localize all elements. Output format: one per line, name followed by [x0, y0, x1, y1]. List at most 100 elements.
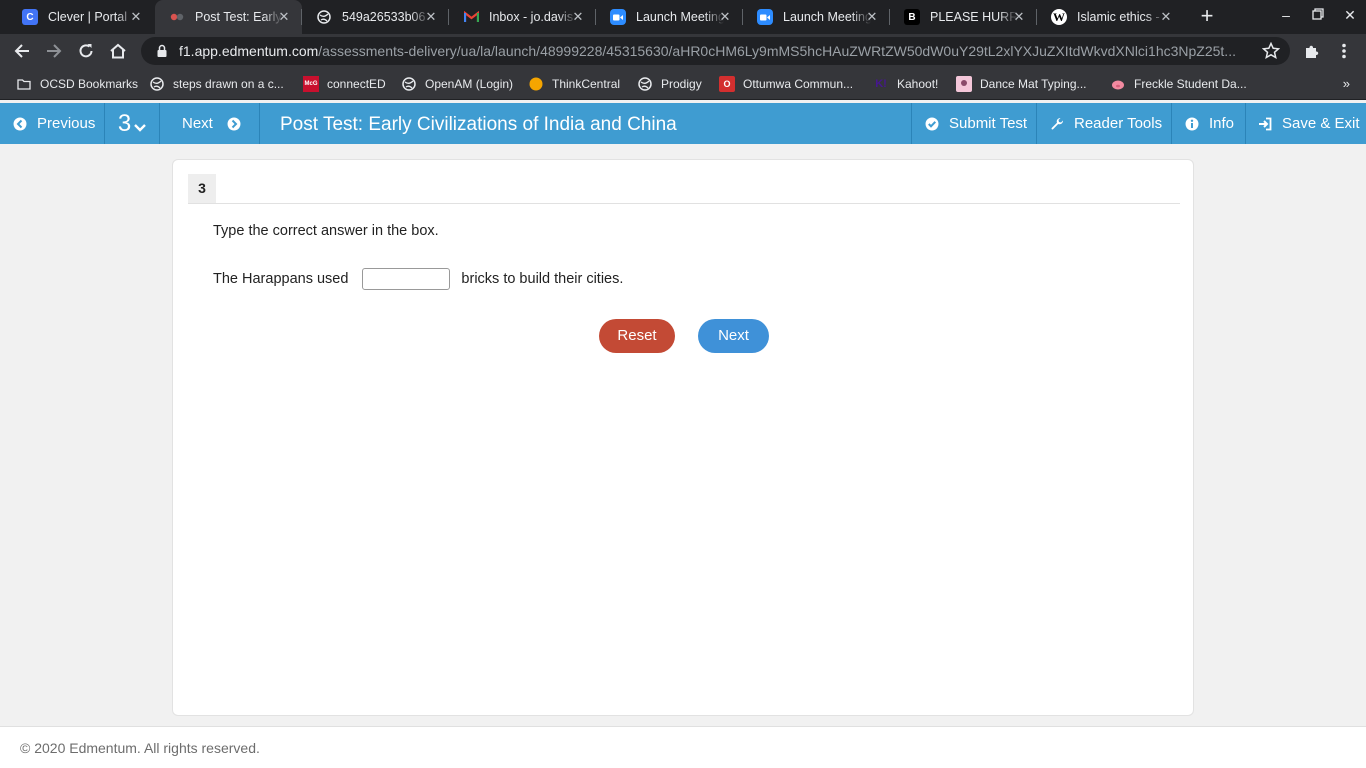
forward-arrow-icon[interactable]	[42, 39, 66, 63]
mcgraw-hill-icon: McG	[303, 76, 319, 92]
browser-tab-wikipedia[interactable]: W Islamic ethics - ✕	[1037, 0, 1184, 34]
reader-tools-button[interactable]: Reader Tools	[1037, 103, 1172, 144]
tab-separator	[1036, 9, 1037, 25]
tab-label: Islamic ethics -	[1077, 10, 1160, 24]
answer-input[interactable]	[362, 268, 451, 290]
close-icon[interactable]: ✕	[128, 9, 144, 25]
browser-tab-zoom-2[interactable]: Launch Meeting ✕	[743, 0, 890, 34]
gmail-icon	[463, 9, 479, 25]
bookmark-steps[interactable]: steps drawn on a c...	[149, 68, 284, 100]
close-icon[interactable]: ✕	[1011, 9, 1027, 25]
ottumwa-icon: O	[719, 76, 735, 92]
tab-separator	[448, 9, 449, 25]
sentence-before: The Harappans used	[213, 271, 349, 287]
tab-separator	[301, 9, 302, 25]
globe-icon	[637, 76, 653, 92]
bookmark-label: Kahoot!	[897, 77, 939, 91]
close-icon[interactable]: ✕	[1158, 9, 1174, 25]
bookmark-freckle[interactable]: Freckle Student Da...	[1110, 68, 1247, 100]
browser-tab-zoom-1[interactable]: Launch Meeting ✕	[596, 0, 743, 34]
question-card: 3 Type the correct answer in the box. Th…	[172, 159, 1194, 716]
bookmarks-bar: OCSD Bookmarks steps drawn on a c... McG…	[0, 68, 1366, 100]
folder-icon	[16, 76, 32, 92]
bookmark-ottumwa[interactable]: O Ottumwa Commun...	[719, 68, 853, 100]
browser-tab-clever[interactable]: C Clever | Portal ✕	[8, 0, 154, 34]
assessment-title: Post Test: Early Civilizations of India …	[280, 114, 677, 135]
previous-label: Previous	[37, 115, 96, 132]
tab-label: Inbox - jo.davis	[489, 10, 574, 24]
tab-label: Clever | Portal	[48, 10, 127, 24]
tab-separator	[595, 9, 596, 25]
info-circle-icon	[1185, 117, 1199, 130]
tab-label: Post Test: Early	[195, 10, 282, 24]
save-exit-button[interactable]: Save & Exit	[1246, 103, 1366, 144]
browser-tab-strip: C Clever | Portal ✕ Post Test: Early ✕ 5…	[0, 0, 1366, 34]
edmentum-icon	[169, 9, 185, 25]
submit-test-label: Submit Test	[949, 115, 1028, 132]
check-circle-icon	[925, 117, 939, 130]
zoom-icon	[757, 9, 773, 25]
info-label: Info	[1209, 115, 1235, 132]
bookmark-label: OCSD Bookmarks	[40, 77, 139, 91]
arrow-circle-right-icon	[227, 117, 241, 130]
browser-tab-gmail[interactable]: Inbox - jo.davis ✕	[449, 0, 596, 34]
chevron-down-icon	[134, 123, 147, 132]
bookmark-dance-mat[interactable]: Dance Mat Typing...	[956, 68, 1087, 100]
submit-test-button[interactable]: Submit Test	[911, 103, 1037, 144]
close-icon[interactable]: ✕	[717, 9, 733, 25]
info-button[interactable]: Info	[1172, 103, 1246, 144]
browser-tab-brainly[interactable]: B PLEASE HURRY ✕	[890, 0, 1037, 34]
tab-label: Launch Meeting	[636, 10, 724, 24]
browser-tab-hash[interactable]: 549a26533b06 ✕	[302, 0, 449, 34]
home-icon[interactable]	[106, 39, 130, 63]
reset-button[interactable]: Reset	[599, 319, 675, 353]
bookmark-thinkcentral[interactable]: ThinkCentral	[528, 68, 620, 100]
bookmark-prodigy[interactable]: Prodigy	[637, 68, 702, 100]
page-footer: © 2020 Edmentum. All rights reserved.	[0, 726, 1366, 768]
thinkcentral-dot-icon	[528, 76, 544, 92]
wrench-icon	[1051, 117, 1064, 130]
question-number-label: 3	[117, 109, 132, 137]
question-instruction: Type the correct answer in the box.	[213, 223, 439, 239]
clever-icon: C	[22, 9, 38, 25]
question-number-badge: 3	[188, 174, 216, 203]
new-tab-plus-icon[interactable]: +	[1196, 5, 1218, 27]
next-nav-button[interactable]: Next	[160, 103, 260, 144]
chevron-double-right-icon[interactable]: »	[1343, 76, 1350, 91]
reader-tools-label: Reader Tools	[1074, 115, 1163, 132]
bookmark-kahoot[interactable]: K! Kahoot!	[873, 68, 938, 100]
address-bar[interactable]: f1.app.edmentum.com/assessments-delivery…	[141, 37, 1290, 65]
bookmark-label: ThinkCentral	[552, 77, 621, 91]
globe-icon	[401, 76, 417, 92]
bookmark-openam[interactable]: OpenAM (Login)	[401, 68, 513, 100]
assessment-header: Previous 3 Next Post Test: Early Civiliz…	[0, 103, 1366, 144]
bookmark-star-icon[interactable]	[1262, 42, 1280, 60]
close-icon[interactable]: ✕	[864, 9, 880, 25]
next-button[interactable]: Next	[698, 319, 769, 353]
question-number-dropdown[interactable]: 3	[105, 103, 160, 144]
restore-icon[interactable]	[1308, 7, 1328, 23]
globe-icon	[316, 9, 332, 25]
bookmark-connected[interactable]: McG connectED	[303, 68, 386, 100]
arrow-circle-left-icon	[13, 117, 27, 130]
divider	[188, 203, 1180, 204]
bookmark-ocsd[interactable]: OCSD Bookmarks	[16, 68, 138, 100]
bookmark-label: OpenAM (Login)	[425, 77, 514, 91]
close-icon[interactable]: ✕	[276, 9, 292, 25]
browser-toolbar: f1.app.edmentum.com/assessments-delivery…	[0, 34, 1366, 68]
browser-tab-post-test[interactable]: Post Test: Early ✕	[155, 0, 302, 34]
extensions-puzzle-icon[interactable]	[1300, 39, 1324, 63]
reload-icon[interactable]	[74, 39, 98, 63]
previous-button[interactable]: Previous	[0, 103, 105, 144]
url-host: f1.app.edmentum.com	[179, 43, 319, 59]
close-window-icon[interactable]: ✕	[1340, 7, 1360, 24]
bookmark-label: Dance Mat Typing...	[980, 77, 1087, 91]
zoom-icon	[610, 9, 626, 25]
close-icon[interactable]: ✕	[423, 9, 439, 25]
menu-kebab-icon[interactable]	[1332, 39, 1356, 63]
question-sentence: The Harappans used bricks to build their…	[213, 268, 623, 290]
sentence-after: bricks to build their cities.	[461, 271, 624, 287]
back-arrow-icon[interactable]	[10, 39, 34, 63]
minimize-icon[interactable]: –	[1276, 7, 1296, 23]
close-icon[interactable]: ✕	[570, 9, 586, 25]
